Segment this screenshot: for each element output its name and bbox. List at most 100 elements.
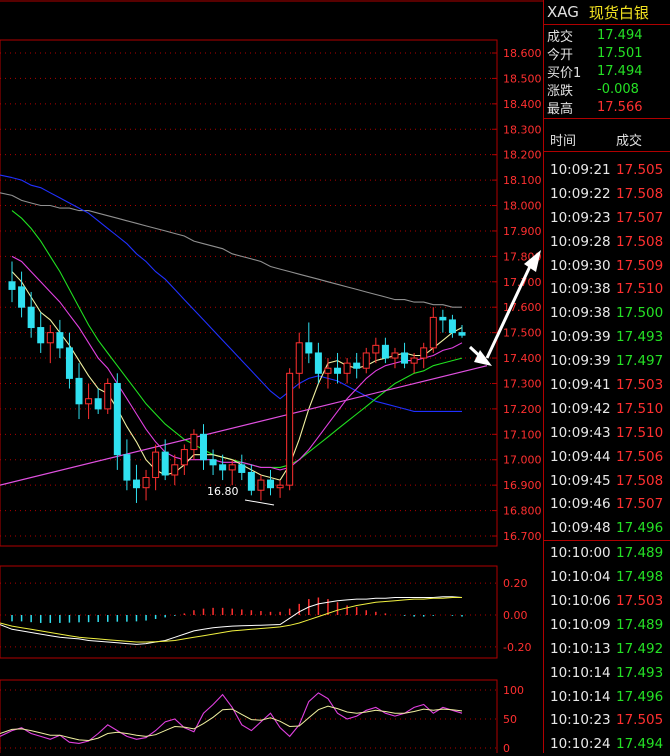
- candle-body: [180, 449, 188, 466]
- price-axis-label: 16.800: [503, 505, 542, 518]
- candle-body: [314, 352, 322, 374]
- price-axis-label: 18.000: [503, 200, 542, 213]
- tick-row[interactable]: 10:10:13 17.492: [544, 637, 670, 661]
- candle-body: [65, 347, 73, 379]
- tick-row[interactable]: 10:10:04 17.498: [544, 565, 670, 589]
- quote-value: -0.008: [597, 81, 639, 97]
- quote-label: 今开: [547, 47, 574, 63]
- tick-row[interactable]: 10:09:22 17.508: [544, 182, 670, 206]
- tick-row[interactable]: 10:10:06 17.503: [544, 589, 670, 613]
- low-price-pointer: [244, 499, 275, 506]
- tick-row[interactable]: 10:09:43 17.510: [544, 421, 670, 445]
- price-axis-label: 17.100: [503, 428, 542, 441]
- tick-time: 10:10:14: [550, 688, 611, 705]
- candle-body: [372, 344, 380, 354]
- quote-value: 17.494: [597, 27, 643, 43]
- candle-body: [353, 362, 361, 369]
- tick-row[interactable]: 10:10:09 17.489: [544, 613, 670, 637]
- candle-body: [75, 377, 83, 405]
- tick-price: 17.508: [616, 472, 664, 489]
- tick-row[interactable]: 10:09:21 17.505: [544, 158, 670, 182]
- tick-time: 10:09:23: [550, 209, 611, 226]
- price-axis-label: 16.700: [503, 530, 542, 543]
- candle-body: [324, 367, 332, 374]
- tick-row[interactable]: 10:09:39 17.497: [544, 349, 670, 373]
- ma60-left-segment: [0, 174, 13, 179]
- tick-row[interactable]: 10:10:24 17.494: [544, 732, 670, 756]
- candle-body: [429, 316, 437, 349]
- candle-body: [334, 367, 342, 374]
- candle-body: [286, 372, 294, 486]
- tick-price: 17.489: [616, 545, 664, 562]
- tick-price: 17.508: [616, 185, 664, 202]
- quote-label: 涨跌: [547, 83, 574, 99]
- tick-row[interactable]: 10:10:14 17.493: [544, 661, 670, 685]
- tick-row[interactable]: 10:09:48 17.496: [544, 516, 670, 540]
- candle-body: [391, 352, 399, 359]
- tick-price: 17.503: [616, 592, 664, 609]
- ma120-left-segment: [0, 192, 13, 196]
- tick-row[interactable]: 10:09:44 17.506: [544, 445, 670, 469]
- candle-body: [267, 479, 275, 489]
- quote-row: 涨跌 -0.008: [544, 80, 670, 99]
- candle-body: [94, 398, 102, 410]
- tick-time: 10:10:09: [550, 616, 611, 633]
- tick-price: 17.509: [616, 257, 664, 274]
- price-axis-label: 18.200: [503, 149, 542, 162]
- tick-time: 10:09:38: [550, 305, 611, 322]
- tick-time: 10:09:22: [550, 185, 611, 202]
- tick-list[interactable]: 10:09:21 17.505 10:09:22 17.508 10:09:23 17.5…: [544, 152, 670, 756]
- tick-row[interactable]: 10:09:38 17.510: [544, 277, 670, 301]
- candle-body: [238, 464, 246, 473]
- tick-price: 17.497: [616, 353, 664, 370]
- tick-price: 17.505: [616, 161, 664, 178]
- tick-price: 17.489: [616, 616, 664, 633]
- tick-time: 10:09:38: [550, 281, 611, 298]
- quote-label: 成交: [547, 29, 574, 45]
- tick-row[interactable]: 10:10:00 17.489: [544, 540, 670, 565]
- chart-area[interactable]: 18.600 18.500 18.400 18.300 18.200 18.100 18.0…: [0, 0, 543, 753]
- tick-row[interactable]: 10:09:23 17.507: [544, 206, 670, 230]
- quote-value: 17.494: [597, 63, 643, 79]
- candle-body: [190, 433, 198, 451]
- tick-row[interactable]: 10:09:39 17.493: [544, 325, 670, 349]
- tick-time: 10:10:13: [550, 640, 611, 657]
- tick-row[interactable]: 10:09:41 17.503: [544, 373, 670, 397]
- tick-price: 17.493: [616, 329, 664, 346]
- macd-axis-label: 0.20: [503, 577, 528, 590]
- candle-body: [142, 477, 150, 489]
- tick-row[interactable]: 10:09:42 17.510: [544, 397, 670, 421]
- price-axis-label: 17.900: [503, 225, 542, 238]
- tick-row[interactable]: 10:09:38 17.500: [544, 301, 670, 325]
- tick-time: 10:09:41: [550, 376, 611, 393]
- price-axis-label: 17.000: [503, 454, 542, 467]
- price-axis-label: 17.200: [503, 403, 542, 416]
- tick-row[interactable]: 10:09:30 17.509: [544, 254, 670, 278]
- tick-time: 10:09:42: [550, 400, 611, 417]
- symbol-code: XAG: [547, 3, 579, 21]
- tick-row[interactable]: 10:09:46 17.507: [544, 492, 670, 516]
- tick-time: 10:09:44: [550, 448, 611, 465]
- candle-body: [8, 281, 16, 290]
- candle-body: [439, 316, 447, 321]
- price-axis-label: 16.900: [503, 479, 542, 492]
- tick-row[interactable]: 10:10:23 17.505: [544, 708, 670, 732]
- kdj-panel-frame: [0, 679, 498, 753]
- kdj-d-line: [0, 705, 463, 742]
- quote-row: 成交 17.494: [544, 26, 670, 45]
- candle-body: [448, 319, 456, 334]
- tick-row[interactable]: 10:09:28 17.508: [544, 230, 670, 254]
- price-axis-label: 18.500: [503, 72, 542, 85]
- candle-body: [247, 471, 255, 491]
- candle-body: [276, 484, 284, 489]
- tick-price: 17.494: [616, 736, 664, 753]
- quote-panel: XAG 现货白银 成交 17.494 今开 17.501 买价1 17.494 涨跌 -0.0…: [543, 0, 670, 753]
- price-chart[interactable]: 18.600 18.500 18.400 18.300 18.200 18.100 18.0…: [0, 0, 543, 753]
- quote-label: 最高: [547, 101, 574, 117]
- candle-body: [123, 454, 131, 481]
- tick-row[interactable]: 10:09:45 17.508: [544, 469, 670, 493]
- tick-time: 10:09:39: [550, 329, 611, 346]
- tick-row[interactable]: 10:10:14 17.496: [544, 685, 670, 709]
- tick-time: 10:09:43: [550, 424, 611, 441]
- candle-body: [420, 347, 428, 359]
